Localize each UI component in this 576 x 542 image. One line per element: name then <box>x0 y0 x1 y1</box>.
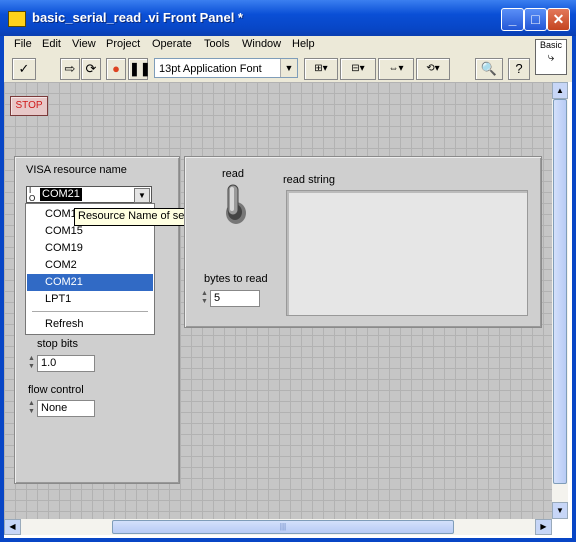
window-title: basic_serial_read .vi Front Panel * <box>32 10 243 25</box>
dropdown-separator <box>32 311 148 312</box>
flow-control-field[interactable]: None <box>37 400 95 417</box>
dropdown-option-com2[interactable]: COM2 <box>27 257 153 274</box>
palette-basic[interactable]: Basic ⤷ <box>535 39 567 75</box>
menu-window[interactable]: Window <box>242 38 281 50</box>
menu-help[interactable]: Help <box>292 38 315 50</box>
scroll-right-icon[interactable]: ▶ <box>535 519 552 535</box>
flow-control-label: flow control <box>28 384 84 396</box>
chevron-down-icon: ▼ <box>280 59 297 77</box>
bytes-to-read-label: bytes to read <box>204 273 268 285</box>
chevron-down-icon[interactable]: ▼ <box>134 188 150 203</box>
align-objects-icon[interactable]: ⊞▾ <box>304 58 338 80</box>
read-toggle-switch[interactable] <box>222 183 246 228</box>
dropdown-option-lpt1[interactable]: LPT1 <box>27 291 153 308</box>
run-continuously-icon[interactable]: ⟳ <box>81 58 101 80</box>
stop-bits-field[interactable]: 1.0 <box>37 355 95 372</box>
visa-resource-value: COM21 <box>40 188 82 201</box>
menu-tools[interactable]: Tools <box>204 38 230 50</box>
close-button[interactable]: ✕ <box>547 8 570 31</box>
flow-control-stepper[interactable]: ▲ ▼ <box>27 400 36 417</box>
read-label: read <box>222 168 245 180</box>
stop-bits-stepper[interactable]: ▲ ▼ <box>27 355 36 372</box>
dropdown-option-com19[interactable]: COM19 <box>27 240 153 257</box>
read-string-label: read string <box>283 174 335 186</box>
checkmark-icon[interactable]: ✓ <box>12 58 36 80</box>
window-frame-bottom <box>0 538 576 542</box>
vertical-scroll-thumb[interactable] <box>553 99 567 484</box>
font-select-value: 13pt Application Font <box>159 63 262 75</box>
minimize-button[interactable]: _ <box>501 8 524 31</box>
menu-edit[interactable]: Edit <box>42 38 61 50</box>
read-string-indicator <box>286 190 528 316</box>
scroll-up-icon[interactable]: ▲ <box>552 82 568 99</box>
io-prefix-icon: IO <box>29 186 36 203</box>
resize-objects-icon[interactable]: ⇔▾ <box>378 58 414 80</box>
run-arrow-icon[interactable]: ⇨ <box>60 58 80 80</box>
window-frame-right <box>572 36 576 542</box>
font-select[interactable]: 13pt Application Font ▼ <box>154 58 298 78</box>
dropdown-option-com21[interactable]: COM21 <box>27 274 153 291</box>
menu-file[interactable]: File <box>14 38 32 50</box>
scroll-down-icon[interactable]: ▼ <box>552 502 568 519</box>
bytes-to-read-stepper[interactable]: ▲ ▼ <box>200 290 209 307</box>
horizontal-scroll-thumb[interactable]: ||| <box>112 520 454 534</box>
stop-button[interactable]: STOP <box>10 96 48 116</box>
maximize-button[interactable]: □ <box>524 8 547 31</box>
labview-vi-icon <box>8 11 26 27</box>
scroll-left-icon[interactable]: ◀ <box>4 519 21 535</box>
stop-bits-label: stop bits <box>37 338 78 350</box>
wiring-icon: ⤷ <box>547 50 555 64</box>
menu-bar: File Edit View Project Operate Tools Win… <box>4 36 532 56</box>
distribute-objects-icon[interactable]: ⊟▾ <box>340 58 376 80</box>
menu-operate[interactable]: Operate <box>152 38 192 50</box>
dropdown-refresh[interactable]: Refresh <box>27 316 153 333</box>
palette-basic-label: Basic <box>539 40 562 50</box>
menu-project[interactable]: Project <box>106 38 140 50</box>
visa-resource-combo[interactable]: IO COM21 ▼ <box>26 186 152 203</box>
pause-icon[interactable]: ❚❚ <box>128 58 151 80</box>
bytes-to-read-field[interactable]: 5 <box>210 290 260 307</box>
reorder-icon[interactable]: ⟲▾ <box>416 58 450 80</box>
help-icon[interactable]: ? <box>508 58 530 80</box>
menu-view[interactable]: View <box>72 38 96 50</box>
visa-resource-label: VISA resource name <box>26 164 127 176</box>
search-icon[interactable]: 🔍 <box>475 58 503 80</box>
abort-icon[interactable]: ● <box>106 58 126 80</box>
